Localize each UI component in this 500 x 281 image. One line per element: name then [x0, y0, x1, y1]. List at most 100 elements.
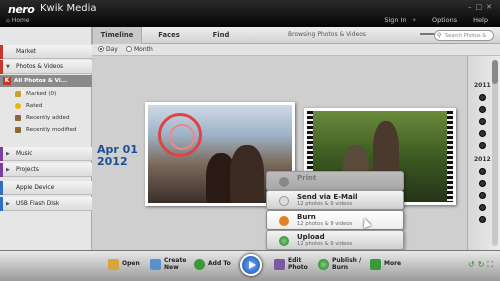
button-label: Photo — [288, 264, 308, 271]
nero-logo: nero — [8, 3, 35, 16]
button-label: Open — [122, 260, 140, 267]
printer-icon — [279, 177, 289, 187]
person-image — [230, 145, 264, 203]
kwik-icon: K — [3, 77, 11, 85]
menu-item-send-email[interactable]: Send via E-Mail 12 photos & 9 videos — [266, 190, 404, 210]
create-icon — [150, 259, 161, 270]
button-label: New — [164, 264, 179, 271]
timeline-dot[interactable] — [479, 118, 486, 125]
menu-item-title: Upload — [297, 233, 325, 241]
search-input[interactable]: ⚲ Search Photos & Video — [434, 30, 494, 49]
sidebar-item-label: Marked (0) — [26, 91, 57, 97]
sidebar-item-label: Projects — [16, 167, 39, 173]
menu-item-burn[interactable]: Burn 12 photos & 9 videos — [266, 210, 404, 230]
timeline-dot[interactable] — [479, 180, 486, 187]
recent-added-icon — [15, 115, 21, 121]
edit-photo-icon — [274, 259, 285, 270]
scrollbar-thumb[interactable] — [492, 60, 498, 84]
minimize-button[interactable]: – — [468, 3, 476, 11]
date-year: 2012 — [97, 155, 128, 168]
button-label: Add To — [208, 260, 231, 267]
view-mode-bar: Day Month — [92, 44, 500, 56]
edit-photo-button[interactable]: Edit Photo — [274, 257, 308, 277]
timeline-dot[interactable] — [479, 216, 486, 223]
ferris-wheel-image — [158, 113, 202, 157]
timeline-dot[interactable] — [479, 94, 486, 101]
chevron-right-icon: ▶ — [6, 167, 10, 173]
sidebar-item-label: USB Flash Disk — [16, 201, 60, 207]
day-radio[interactable]: Day — [98, 46, 118, 53]
year-label: 2012 — [474, 156, 491, 163]
year-timeline: 2011 2012 — [467, 56, 500, 250]
sidebar-item-market[interactable]: Market — [0, 45, 92, 59]
menu-item-subtitle: 12 photos & 9 videos — [297, 201, 353, 207]
timeline-dot[interactable] — [479, 204, 486, 211]
dropdown-arrow-icon: ▾ — [412, 16, 416, 24]
help-menu[interactable]: Help — [473, 16, 488, 24]
sidebar-item-projects[interactable]: ▶ Projects — [0, 163, 92, 177]
sidebar-item-label: Recently modified — [26, 127, 77, 133]
month-label: Month — [134, 46, 153, 53]
sidebar-item-recently-added[interactable]: Recently added — [0, 112, 92, 124]
fullscreen-icon[interactable]: ⛶ — [487, 260, 496, 269]
menu-item-title: Print — [297, 174, 317, 182]
timeline-dot[interactable] — [479, 168, 486, 175]
sign-in-menu[interactable]: Sign In — [384, 16, 406, 24]
maximize-button[interactable]: □ — [476, 3, 487, 11]
create-new-button[interactable]: Create New — [150, 257, 186, 277]
top-menu: Sign In ▾ Options Help — [370, 16, 488, 24]
sidebar-item-music[interactable]: ▶ Music — [0, 147, 92, 161]
main-area: Market ▼ Photos & Videos K All Photos & … — [0, 27, 500, 250]
more-button[interactable]: More — [370, 257, 401, 277]
home-icon: ⌂ — [6, 17, 10, 24]
date-label: Apr 01 2012 — [97, 144, 138, 168]
open-button[interactable]: Open — [108, 257, 140, 277]
bottom-toolbar: Open Create New Add To Edit Photo Publis… — [0, 250, 500, 281]
window-controls: –□✕ — [468, 3, 496, 11]
radio-icon — [126, 46, 132, 52]
day-label: Day — [106, 46, 118, 53]
timeline-dot[interactable] — [479, 106, 486, 113]
menu-item-upload[interactable]: Upload 12 photos & 9 videos — [266, 230, 404, 250]
chevron-right-icon: ▶ — [6, 151, 10, 157]
rotate-left-icon[interactable]: ↺ — [468, 260, 478, 269]
play-button[interactable] — [240, 254, 262, 276]
close-button[interactable]: ✕ — [486, 3, 496, 11]
rotate-controls: ↺↻⛶ — [468, 260, 496, 270]
sidebar-item-photos-videos[interactable]: ▼ Photos & Videos — [0, 60, 92, 74]
mail-icon — [279, 196, 289, 206]
tab-find[interactable]: Find — [196, 27, 246, 44]
sidebar-item-marked[interactable]: Marked (0) — [0, 88, 92, 100]
tab-faces[interactable]: Faces — [144, 27, 194, 44]
tab-timeline[interactable]: Timeline — [92, 27, 142, 44]
month-radio[interactable]: Month — [126, 46, 153, 53]
globe-icon — [318, 259, 329, 270]
button-label: Create — [164, 257, 187, 264]
sidebar-item-rated[interactable]: Rated — [0, 100, 92, 112]
sidebar-item-usb[interactable]: ▶ USB Flash Disk — [0, 197, 92, 211]
folder-icon — [108, 259, 119, 270]
button-label: Edit — [288, 257, 302, 264]
publish-burn-button[interactable]: Publish / Burn — [318, 257, 361, 277]
menu-item-title: Send via E-Mail — [297, 193, 358, 201]
breadcrumb: Browsing Photos & Videos — [288, 31, 367, 38]
home-label: Home — [11, 17, 30, 24]
menu-item-subtitle: 12 photos & 9 videos — [297, 221, 353, 227]
sidebar-item-recently-modified[interactable]: Recently modified — [0, 124, 92, 136]
rotate-right-icon[interactable]: ↻ — [478, 260, 488, 269]
year-label: 2011 — [474, 82, 491, 89]
app-title: Kwik Media — [40, 3, 97, 14]
timeline-dot[interactable] — [479, 142, 486, 149]
sidebar-item-apple-device[interactable]: Apple Device — [0, 181, 92, 195]
add-to-button[interactable]: Add To — [194, 257, 231, 277]
arrow-up-icon — [370, 259, 381, 270]
home-link[interactable]: ⌂ Home — [6, 17, 30, 24]
scrollbar[interactable] — [492, 60, 498, 246]
sidebar-item-all-photos[interactable]: K All Photos & Vi... (10361) — [0, 75, 92, 96]
menu-item-print[interactable]: Print — [266, 171, 404, 191]
chevron-right-icon: ▶ — [6, 201, 10, 207]
options-menu[interactable]: Options — [432, 16, 457, 24]
film-strip — [447, 111, 453, 202]
timeline-dot[interactable] — [479, 192, 486, 199]
timeline-dot[interactable] — [479, 130, 486, 137]
